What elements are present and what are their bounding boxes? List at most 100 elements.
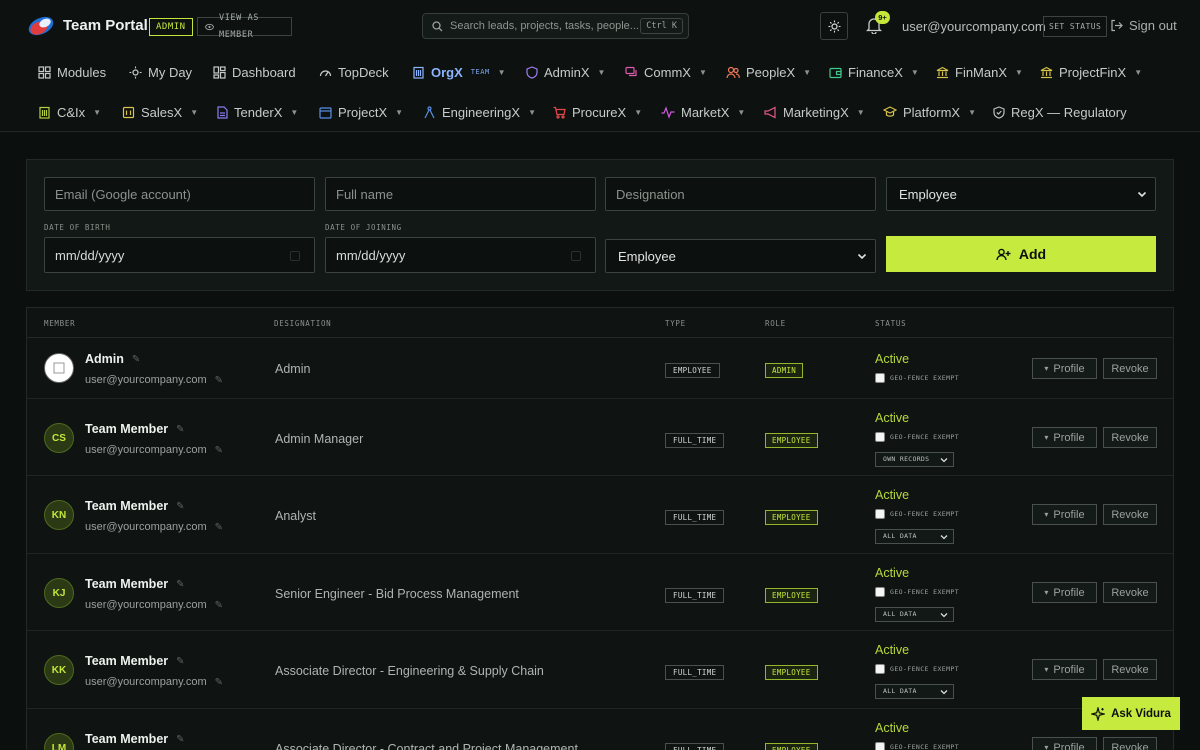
geo-fence-checkbox[interactable] (875, 432, 885, 442)
role-badge: EMPLOYEE (765, 510, 818, 525)
calendar-icon[interactable] (571, 251, 581, 261)
revoke-button[interactable]: Revoke (1103, 504, 1157, 525)
member-email-text: user@yourcompany.com (85, 444, 207, 456)
revoke-label: Revoke (1111, 431, 1149, 444)
nav-item-engineeringx[interactable]: EngineeringX ▼ (423, 92, 536, 132)
geo-fence-checkbox[interactable] (875, 373, 885, 383)
search-input[interactable] (450, 20, 640, 32)
nav-item-tenderx[interactable]: TenderX ▼ (216, 92, 298, 132)
cart-icon (553, 106, 566, 119)
avatar[interactable]: KK (44, 655, 74, 685)
doj-field[interactable]: mm/dd/yyyy (325, 237, 596, 273)
edit-name-icon[interactable]: ✎ (176, 656, 184, 667)
data-scope-select[interactable]: ALL DATA (875, 607, 954, 622)
profile-button[interactable]: ▾ Profile (1032, 427, 1097, 448)
avatar[interactable]: KN (44, 500, 74, 530)
revoke-button[interactable]: Revoke (1103, 659, 1157, 680)
nav-item-topdeck[interactable]: TopDeck (319, 52, 389, 92)
nav-item-procurex[interactable]: ProcureX ▼ (553, 92, 642, 132)
theme-toggle-button[interactable] (820, 12, 848, 40)
geo-fence-checkbox[interactable] (875, 664, 885, 674)
brand-name[interactable]: Team Portal (63, 17, 148, 34)
table-row: LM Team Member ✎ Associate Director - Con… (27, 709, 1173, 750)
revoke-button[interactable]: Revoke (1103, 358, 1157, 379)
nav-item-peoplex[interactable]: PeopleX ▼ (726, 52, 811, 92)
geo-fence-exempt[interactable]: GEO-FENCE EXEMPT (875, 742, 959, 750)
revoke-button[interactable]: Revoke (1103, 582, 1157, 603)
nav-item-regx[interactable]: RegX — Regulatory (993, 92, 1127, 132)
nav-item-projectx[interactable]: ProjectX ▼ (319, 92, 403, 132)
profile-button[interactable]: ▾ Profile (1032, 582, 1097, 603)
nav-item-platformx[interactable]: PlatformX ▼ (883, 92, 976, 132)
edit-email-icon[interactable]: ✎ (215, 677, 223, 688)
geo-fence-exempt[interactable]: GEO-FENCE EXEMPT (875, 664, 959, 674)
geo-fence-checkbox[interactable] (875, 587, 885, 597)
geo-fence-exempt[interactable]: GEO-FENCE EXEMPT (875, 432, 959, 442)
nav-label: TenderX (234, 104, 283, 120)
calendar-icon[interactable] (290, 251, 300, 261)
logo-icon (28, 16, 54, 36)
geo-fence-exempt[interactable]: GEO-FENCE EXEMPT (875, 509, 959, 519)
edit-name-icon[interactable]: ✎ (176, 424, 184, 435)
user-email[interactable]: user@yourcompany.com (902, 19, 1046, 34)
full-name-field[interactable] (325, 177, 596, 211)
sign-out-button[interactable]: Sign out (1110, 18, 1177, 33)
status-text: Active (875, 643, 910, 657)
geo-fence-checkbox[interactable] (875, 742, 885, 750)
member-name-text: Team Member (85, 422, 169, 436)
view-as-member-button[interactable]: VIEW AS MEMBER (197, 13, 292, 40)
global-search[interactable]: Ctrl K (422, 13, 689, 39)
avatar[interactable]: LM (44, 733, 74, 750)
nav-item-finmanx[interactable]: FinManX ▼ (936, 52, 1023, 92)
edit-email-icon[interactable]: ✎ (215, 375, 223, 386)
edit-name-icon[interactable]: ✎ (176, 579, 184, 590)
email-field[interactable] (44, 177, 315, 211)
profile-button[interactable]: ▾ Profile (1032, 358, 1097, 379)
employment-type-select[interactable]: Employee (886, 177, 1156, 211)
profile-button[interactable]: ▾ Profile (1032, 659, 1097, 680)
nav-label: PeopleX (746, 64, 796, 80)
edit-name-icon[interactable]: ✎ (176, 501, 184, 512)
edit-name-icon[interactable]: ✎ (176, 734, 184, 745)
geo-fence-exempt[interactable]: GEO-FENCE EXEMPT (875, 373, 959, 383)
geo-fence-label: GEO-FENCE EXEMPT (890, 588, 960, 596)
nav-item-financex[interactable]: FinanceX ▼ (829, 52, 919, 92)
role-badge: EMPLOYEE (765, 433, 818, 448)
nav-item-my-day[interactable]: My Day (129, 52, 192, 92)
nav-item-commx[interactable]: CommX ▼ (625, 52, 707, 92)
add-member-button[interactable]: Add (886, 236, 1156, 272)
edit-email-icon[interactable]: ✎ (215, 600, 223, 611)
ask-vidura-button[interactable]: Ask Vidura (1082, 697, 1180, 730)
data-scope-select[interactable]: ALL DATA (875, 529, 954, 544)
nav-item-marketx[interactable]: MarketX ▼ (661, 92, 745, 132)
role-select[interactable]: Employee (605, 239, 876, 273)
revoke-button[interactable]: Revoke (1103, 427, 1157, 448)
nav-item-projectfinx[interactable]: ProjectFinX ▼ (1040, 52, 1142, 92)
avatar[interactable]: CS (44, 423, 74, 453)
nav-item-dashboard[interactable]: Dashboard (213, 52, 296, 92)
profile-button[interactable]: ▾ Profile (1032, 737, 1097, 750)
nav-item-marketingx[interactable]: MarketingX ▼ (764, 92, 865, 132)
geo-fence-exempt[interactable]: GEO-FENCE EXEMPT (875, 587, 959, 597)
edit-name-icon[interactable]: ✎ (132, 354, 140, 365)
nav-item-salesx[interactable]: SalesX ▼ (122, 92, 198, 132)
chevron-down-icon: ▼ (93, 107, 102, 117)
nav-item-orgx[interactable]: OrgX TEAM ▼ (412, 52, 506, 92)
avatar[interactable]: KJ (44, 578, 74, 608)
edit-email-icon[interactable]: ✎ (215, 522, 223, 533)
geo-fence-label: GEO-FENCE EXEMPT (890, 510, 960, 518)
nav-item-modules[interactable]: Modules (38, 52, 106, 92)
designation-field[interactable] (605, 177, 876, 211)
avatar[interactable] (44, 353, 74, 383)
nav-item-cix[interactable]: C&Ix ▼ (38, 92, 101, 132)
revoke-button[interactable]: Revoke (1103, 737, 1157, 750)
edit-email-icon[interactable]: ✎ (215, 445, 223, 456)
dob-field[interactable]: mm/dd/yyyy (44, 237, 315, 273)
geo-fence-checkbox[interactable] (875, 509, 885, 519)
data-scope-select[interactable]: OWN RECORDS (875, 452, 954, 467)
set-status-button[interactable]: SET STATUS (1043, 16, 1108, 37)
nav-label: SalesX (141, 104, 183, 120)
data-scope-select[interactable]: ALL DATA (875, 684, 954, 699)
nav-item-adminx[interactable]: AdminX ▼ (526, 52, 605, 92)
profile-button[interactable]: ▾ Profile (1032, 504, 1097, 525)
